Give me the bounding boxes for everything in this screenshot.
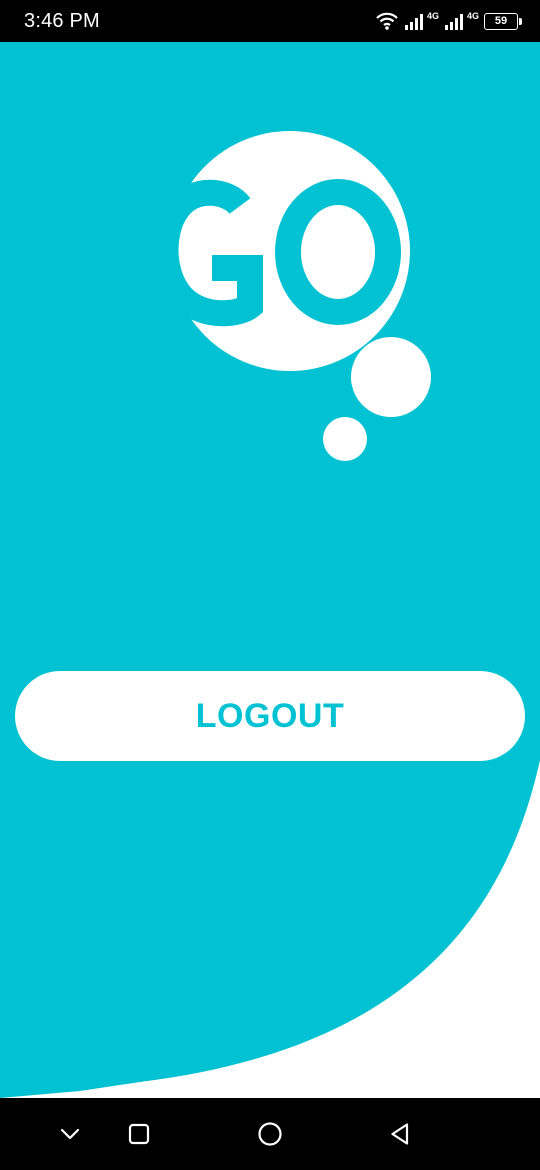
wifi-icon: [375, 11, 399, 31]
network-type-label: 4G: [466, 11, 479, 21]
go-logo-icon: [152, 131, 431, 461]
signal-icon: [444, 12, 464, 30]
signal-icon: [404, 12, 424, 30]
home-icon[interactable]: [254, 1118, 286, 1150]
back-icon[interactable]: [384, 1118, 416, 1150]
logout-button[interactable]: LOGOUT: [15, 671, 525, 761]
status-time: 3:46 PM: [24, 9, 100, 32]
battery-icon: 59: [484, 12, 522, 30]
recent-apps-icon[interactable]: [123, 1118, 155, 1150]
network-type-label: 4G: [426, 11, 439, 21]
battery-level: 59: [494, 15, 508, 27]
logout-screen: 3:46 PM 4G 4G 59 LOGOUT: [0, 0, 540, 1170]
status-bar: 3:46 PM 4G 4G 59: [0, 0, 540, 42]
navigation-bar: [0, 1098, 540, 1170]
chevron-down-icon[interactable]: [54, 1118, 86, 1150]
status-icons: 4G 4G 59: [375, 11, 522, 31]
